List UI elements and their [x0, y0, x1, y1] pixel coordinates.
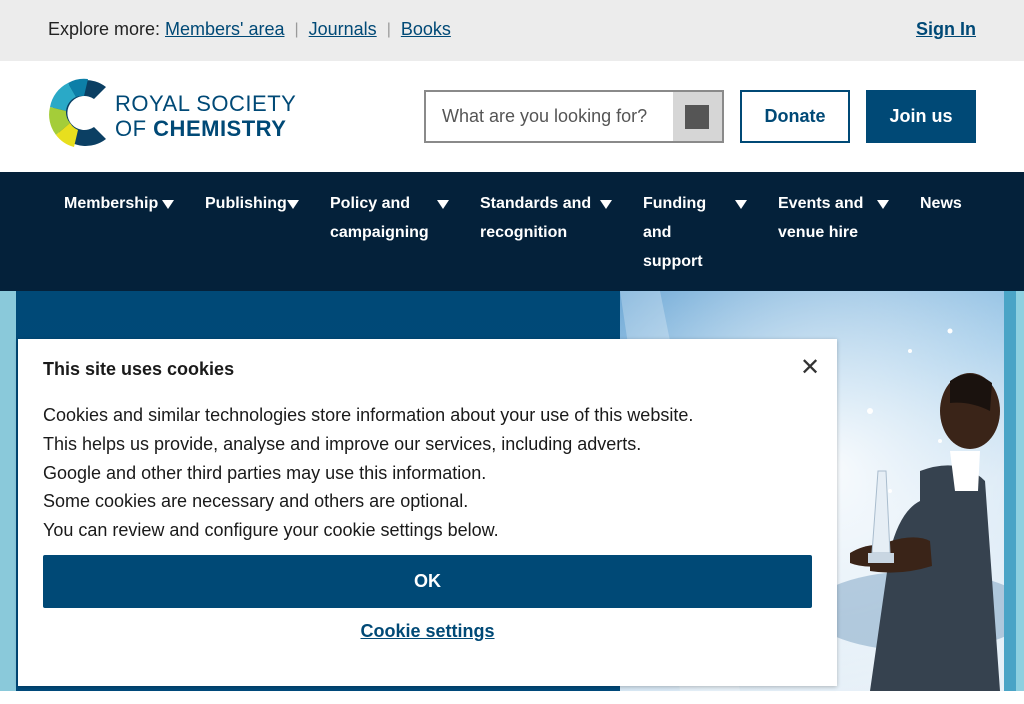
logo-line-2: OF CHEMISTRY: [115, 116, 296, 141]
nav-item-membership[interactable]: Membership: [64, 189, 174, 218]
logo-line-1: ROYAL SOCIETY: [115, 91, 297, 116]
cookie-text-line: This helps us provide, analyse and impro…: [43, 433, 642, 454]
nav-item-label: campaigning: [330, 224, 429, 241]
donate-button[interactable]: Donate: [740, 90, 850, 143]
rsc-logo-mark: [49, 78, 106, 147]
nav-item-label: Policy and: [330, 195, 411, 212]
caret-down-icon: [735, 200, 747, 209]
main-navigation: Membership Publishing Policy and campaig…: [0, 172, 1024, 291]
search-button[interactable]: [673, 92, 722, 141]
utility-bar: Explore more: Members' area | Journals |…: [0, 0, 1024, 61]
nav-item-label: Standards and: [480, 195, 592, 212]
search-icon: [685, 105, 709, 129]
hero-edge-left: [0, 291, 16, 691]
nav-item-label: Membership: [64, 195, 159, 212]
journals-link[interactable]: Journals: [309, 19, 377, 40]
site-header: ROYAL SOCIETY OF CHEMISTRY Donate Join u…: [0, 61, 1024, 172]
nav-item-label: Funding: [643, 195, 707, 212]
logo-line-2-bold: CHEMISTRY: [153, 116, 287, 141]
logo-line-2-prefix: OF: [115, 116, 154, 141]
caret-down-icon: [162, 200, 174, 209]
caret-down-icon: [877, 200, 889, 209]
nav-item-label: recognition: [480, 224, 568, 241]
join-us-button[interactable]: Join us: [866, 90, 976, 143]
cookie-text-line: You can review and configure your cookie…: [43, 520, 499, 541]
search-input[interactable]: [426, 92, 674, 141]
cookie-text-line: Some cookies are necessary and others ar…: [43, 491, 469, 512]
nav-item-standards-and-recognition[interactable]: Standards and recognition: [480, 189, 612, 247]
cookie-text-line: Google and other third parties may use t…: [43, 462, 487, 483]
rsc-logo-text: ROYAL SOCIETY OF CHEMISTRY: [115, 91, 296, 141]
cookie-banner: This site uses cookies ✕ Cookies and sim…: [18, 339, 837, 686]
search-box: [424, 90, 724, 143]
nav-item-funding-and-support[interactable]: Funding and support: [643, 189, 747, 276]
close-icon[interactable]: ✕: [800, 356, 820, 380]
nav-item-label: support: [643, 253, 703, 270]
nav-item-label: and: [643, 224, 672, 241]
cookie-banner-title: This site uses cookies: [43, 359, 235, 379]
nav-item-policy-and-campaigning[interactable]: Policy and campaigning: [330, 189, 449, 247]
caret-down-icon: [287, 200, 299, 209]
nav-item-label: Events and: [778, 195, 864, 212]
members-area-link[interactable]: Members' area: [165, 19, 284, 40]
hero-edge-right-highlight: [1016, 291, 1024, 691]
cookie-text-line: Cookies and similar technologies store i…: [43, 405, 694, 425]
caret-down-icon: [437, 200, 449, 209]
nav-item-label: News: [920, 195, 962, 212]
nav-item-news[interactable]: News: [920, 189, 962, 218]
link-separator: |: [386, 20, 391, 38]
caret-down-icon: [600, 200, 612, 209]
sign-in-link[interactable]: Sign In: [916, 19, 976, 40]
nav-item-publishing[interactable]: Publishing: [205, 189, 299, 218]
link-separator: |: [294, 20, 299, 38]
cookie-ok-button[interactable]: OK: [43, 555, 812, 608]
nav-item-label: Publishing: [205, 195, 287, 212]
cookie-banner-text: Cookies and similar technologies store i…: [43, 401, 693, 545]
books-link[interactable]: Books: [401, 19, 451, 40]
cookie-settings-link[interactable]: Cookie settings: [43, 621, 812, 642]
nav-item-label: venue hire: [778, 224, 859, 241]
explore-more-label: Explore more:: [48, 19, 161, 39]
nav-item-events-and-venue-hire[interactable]: Events and venue hire: [778, 189, 889, 247]
explore-links: Members' area | Journals | Books: [165, 19, 451, 40]
rsc-logo[interactable]: ROYAL SOCIETY OF CHEMISTRY: [48, 77, 308, 149]
